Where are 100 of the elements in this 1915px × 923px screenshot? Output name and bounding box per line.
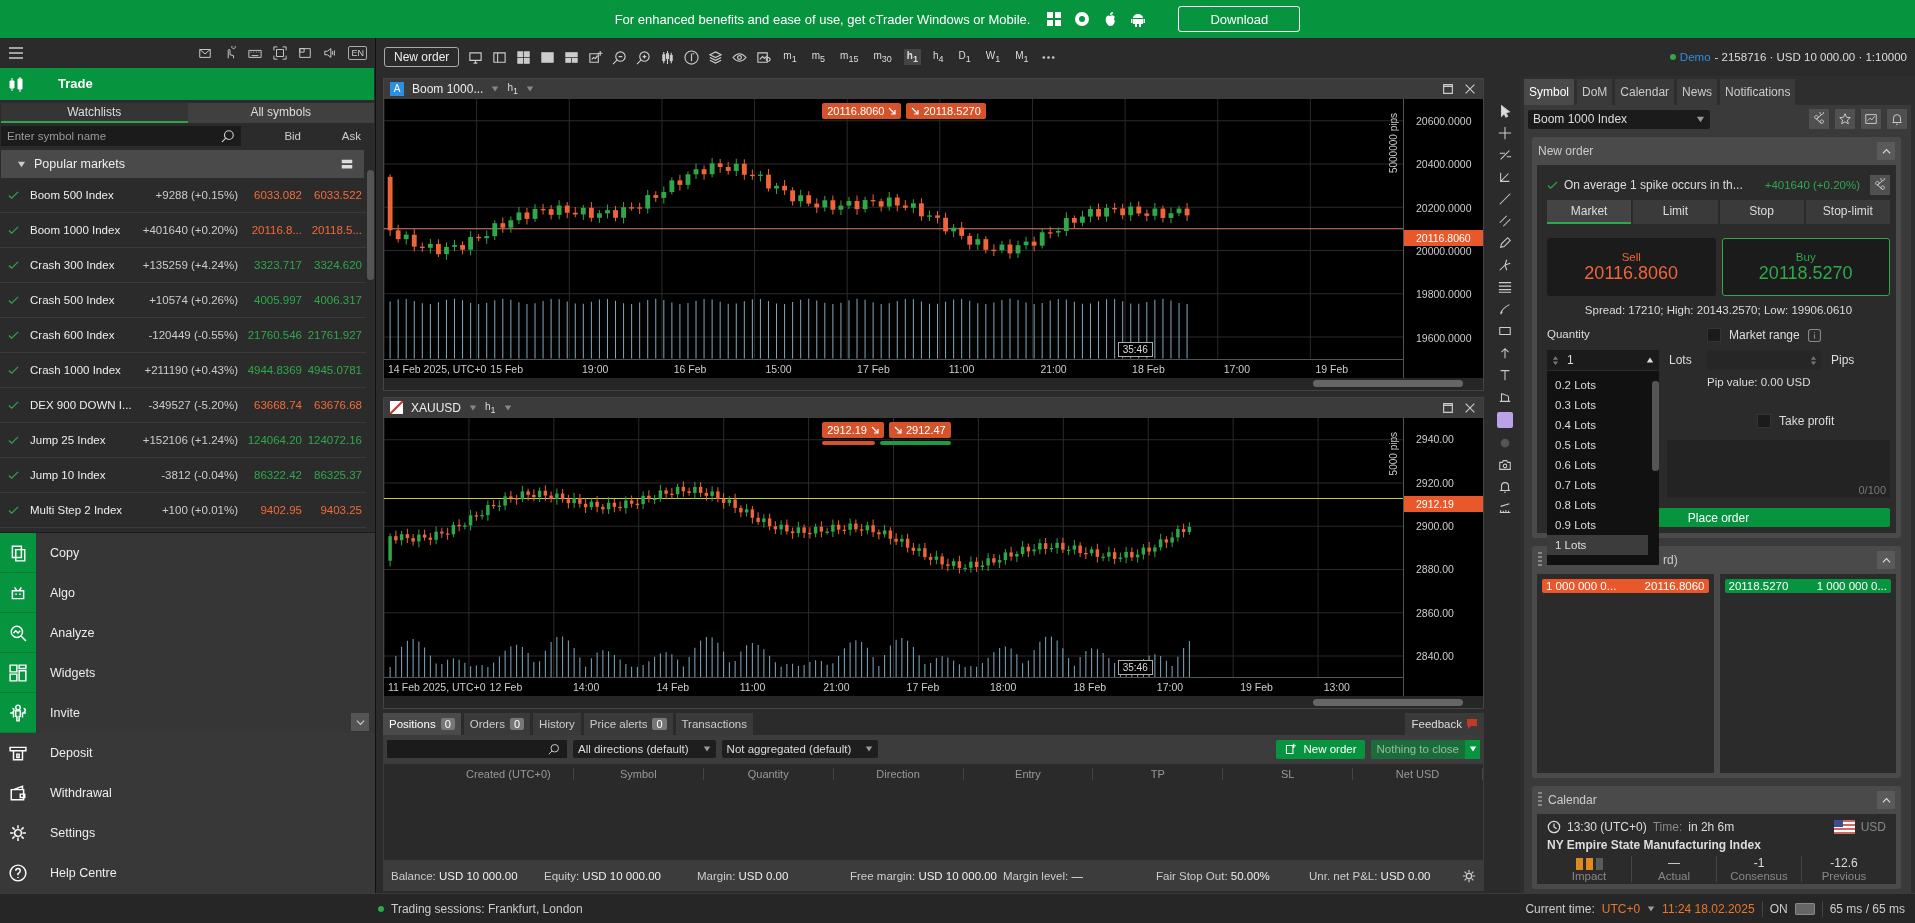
timeframe-button[interactable]: M$_{1}$ (1012, 49, 1032, 65)
symbol-row[interactable]: Crash 1000 Index +211190 (+0.43%) 4944.8369 4945.0781 (0, 353, 366, 388)
positions-tab[interactable]: History (533, 713, 581, 735)
download-button[interactable]: Download (1178, 6, 1301, 32)
positions-tab[interactable]: Price alerts 0 (583, 713, 673, 735)
nav-item[interactable]: Withdrawal (0, 773, 375, 813)
account-summary-item: Fair Stop Out: 50.00% (1156, 870, 1271, 882)
comment-field[interactable]: 0/100 (1667, 440, 1890, 498)
column-header[interactable]: Quantity (703, 768, 834, 780)
symbol-row[interactable]: Boom 500 Index +9288 (+0.15%) 6033.082 6033.522 (0, 178, 366, 213)
price-axis-label: 2920.00 (1415, 476, 1455, 489)
order-type-tab[interactable]: Stop-limit (1805, 200, 1890, 224)
account-details[interactable]: - 2158716 · USD 10 000.00 · 1:10000 (1714, 51, 1907, 63)
symbol-change: -349527 (-5.20%) (147, 399, 239, 411)
nav-item[interactable]: Copy (0, 533, 375, 573)
chart-symbol[interactable]: XAUUSD (411, 400, 461, 415)
order-type-tab[interactable]: Stop (1719, 200, 1804, 224)
sell-button[interactable]: Sell 20116.8060 (1547, 238, 1716, 296)
lot-option[interactable]: 0.4 Lots (1547, 415, 1648, 435)
buy-button[interactable]: Buy 20118.5270 (1721, 238, 1890, 296)
account-summary-item: Margin: USD 0.00 (697, 870, 790, 882)
symbol-row[interactable]: Boom 1000 Index +401640 (+0.20%) 20116.8... 20118.5... (0, 213, 366, 248)
lot-option[interactable]: 0.7 Lots (1547, 475, 1648, 495)
timeframe-button[interactable]: m$_{1}$ (780, 49, 800, 65)
chart-timeframe[interactable]: h$_{1}$ (507, 82, 518, 96)
column-header[interactable]: Direction (833, 768, 964, 780)
timeframe-button[interactable]: W$_{1}$ (982, 49, 1004, 65)
symbol-row[interactable]: Multi Step 2 Index +100 (+0.01%) 9402.95 9403.25 (0, 493, 366, 528)
symbol-search-field[interactable]: Enter symbol name (1, 126, 221, 146)
symbol-row[interactable]: Crash 300 Index +135259 (+4.24%) 3323.717 3324.620 (0, 248, 366, 283)
panel-tab[interactable]: DoM (1577, 79, 1613, 105)
nav-item[interactable]: Analyze (0, 613, 375, 653)
panel-tab[interactable]: Calendar (1615, 79, 1675, 105)
order-type-tab[interactable]: Market (1547, 200, 1632, 224)
symbol-dropdown[interactable]: Boom 1000 Index (1528, 109, 1710, 129)
price-axis-label: 20200.0000 (1415, 201, 1473, 214)
symbol-row[interactable]: Jump 25 Index +152106 (+1.24%) 124064.20 124072.16 (0, 423, 366, 458)
lot-option[interactable]: 0.3 Lots (1547, 395, 1648, 415)
timeframe-button[interactable]: m$_{30}$ (870, 49, 895, 65)
nav-item[interactable]: Settings (0, 813, 375, 853)
group-header[interactable]: Popular markets (1, 150, 364, 178)
column-header[interactable]: Net USD (1353, 768, 1483, 780)
bid-price: 4005.997 (253, 294, 302, 306)
buy-price-tag[interactable]: 2912.47 (888, 421, 951, 438)
column-header[interactable]: SL (1223, 768, 1354, 780)
nav-item[interactable]: Widgets (0, 653, 375, 693)
lot-option[interactable]: 0.2 Lots (1547, 375, 1648, 395)
symbol-row[interactable]: DEX 900 DOWN I... -349527 (-5.20%) 63668.74 63676.68 (0, 388, 366, 423)
feedback-button[interactable]: Feedback (1405, 713, 1484, 735)
lot-option[interactable]: 0.6 Lots (1547, 455, 1648, 475)
ask-price: 3324.620 (313, 259, 362, 271)
sell-price-tag[interactable]: 2912.19 (822, 421, 884, 438)
panel-tab[interactable]: Symbol (1524, 79, 1574, 105)
timeframe-button[interactable]: m$_{5}$ (808, 49, 829, 65)
timezone-selector[interactable]: UTC+0 (1601, 901, 1641, 916)
buy-price-tag[interactable]: 20118.5270 (906, 103, 986, 119)
new-order-button[interactable]: New order (1276, 739, 1365, 759)
column-header[interactable]: Entry (963, 768, 1094, 780)
symbol-row[interactable]: Jump 10 Index -3812 (-0.04%) 86322.42 86325.37 (0, 458, 366, 493)
timeframe-button[interactable]: D$_{1}$ (955, 49, 974, 65)
event-time: 13:30 (UTC+0) (1567, 820, 1647, 834)
column-header[interactable]: Symbol (573, 768, 704, 780)
positions-tab[interactable]: Transactions (675, 713, 753, 735)
new-order-button[interactable]: New order (384, 47, 460, 67)
nav-item[interactable]: Deposit (0, 733, 375, 773)
panel-tab[interactable]: Notifications (1720, 79, 1796, 105)
lot-option[interactable]: 0.5 Lots (1547, 435, 1648, 455)
language-button[interactable]: EN (348, 46, 367, 60)
column-header[interactable]: TP (1093, 768, 1224, 780)
filter-dropdown[interactable]: All directions (default) (573, 740, 716, 758)
timeframe-button[interactable]: h$_{4}$ (929, 49, 947, 65)
timeframe-button[interactable]: h$_{1}$ (903, 49, 921, 65)
ask-depth-row[interactable]: 20118.5270 1 000 000 0... (1724, 579, 1891, 593)
stat-value: — (1668, 856, 1680, 870)
watchlist-tab[interactable]: Watchlists (1, 102, 188, 123)
sell-price-tag[interactable]: 20116.8060 (822, 103, 902, 119)
order-type-tab[interactable]: Limit (1633, 200, 1718, 224)
unit-label: Lots (1669, 353, 1692, 367)
quantity-field[interactable]: 1 (1547, 350, 1659, 370)
symbol-row[interactable]: Crash 600 Index -120449 (-0.55%) 21760.546 21761.927 (0, 318, 366, 353)
symbol-row[interactable]: Crash 500 Index +10574 (+0.26%) 4005.997 4006.317 (0, 283, 366, 318)
panel-tab[interactable]: News (1677, 79, 1718, 105)
time-axis-label: 13:00 (1323, 681, 1350, 693)
positions-tab[interactable]: Positions 0 (383, 713, 461, 735)
chart-timeframe[interactable]: h$_{1}$ (485, 400, 496, 415)
column-header[interactable]: Created (UTC+0) (444, 768, 574, 780)
timeframe-button[interactable]: m$_{15}$ (837, 49, 862, 65)
bid-price: 124064.20 (246, 434, 302, 446)
trade-section-header[interactable]: Trade (0, 67, 374, 100)
chart-symbol[interactable]: Boom 1000... (412, 82, 484, 96)
nav-item[interactable]: Invite (0, 693, 375, 733)
account-mode[interactable]: Demo (1679, 51, 1711, 63)
watchlist-tab[interactable]: All symbols (187, 102, 374, 123)
bid-depth-row[interactable]: 1 000 000 0... 20116.8060 (1542, 579, 1709, 593)
nav-item[interactable]: Help Centre (0, 853, 375, 893)
nav-item[interactable]: Algo (0, 573, 375, 613)
positions-tab[interactable]: Orders 0 (463, 713, 531, 735)
lot-option[interactable]: 1 Lots (1547, 535, 1648, 555)
pip-value: Pip value: 0.00 USD (1707, 376, 1812, 388)
filter-dropdown[interactable]: Not aggregated (default) (721, 740, 879, 758)
